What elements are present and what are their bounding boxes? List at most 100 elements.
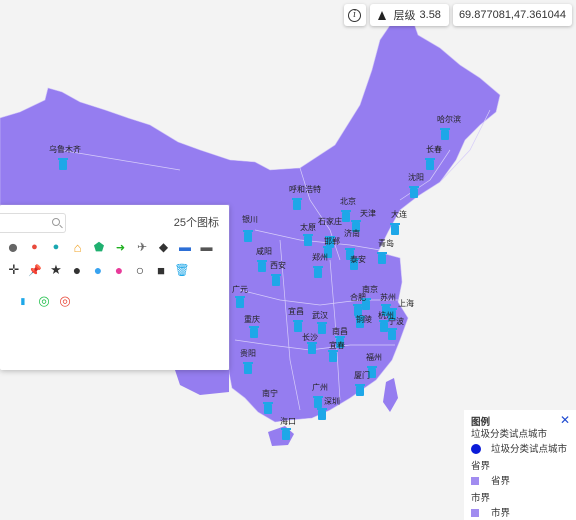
trash-bin-icon	[388, 330, 396, 340]
trash-lid	[313, 266, 323, 268]
ring-icon[interactable]: ○	[133, 262, 147, 278]
legend-panel: 图例 ✕ 垃圾分类试点城市 垃圾分类试点城市 省界 省界 市界 市界	[464, 410, 576, 520]
info-button[interactable]: i	[343, 4, 366, 26]
search-icon[interactable]	[52, 218, 60, 226]
trash-lid	[355, 384, 365, 386]
trash-bin-icon	[59, 160, 67, 170]
trash-bin-icon	[258, 262, 266, 272]
close-icon[interactable]: ✕	[560, 413, 570, 427]
target-green-icon[interactable]: ◎	[37, 293, 51, 308]
plane-icon[interactable]: ✈	[135, 240, 149, 254]
trash-lid	[353, 304, 363, 306]
legend-layer-label: 垃圾分类试点城市	[471, 429, 548, 440]
city-label: 郑州	[312, 252, 328, 262]
trash-lid	[317, 408, 327, 410]
north-arrow-icon[interactable]	[377, 10, 386, 20]
trash-bin-icon	[282, 430, 290, 440]
trash-lid	[292, 198, 302, 200]
trash-lid	[341, 210, 351, 212]
city-label: 太原	[300, 222, 316, 232]
target-red-icon[interactable]: ◎	[58, 293, 72, 308]
trash-lid	[387, 308, 397, 310]
trash-lid	[335, 336, 345, 338]
trash-lid	[409, 186, 419, 188]
trash-bin-icon	[342, 212, 350, 222]
trash-bin-icon	[426, 160, 434, 170]
city-label: 咸阳	[256, 246, 272, 256]
trash-lid	[377, 252, 387, 254]
trash-bin-icon	[329, 352, 337, 362]
city-label: 厦门	[354, 370, 370, 380]
city-label: 西安	[270, 260, 286, 270]
city-label: 南宁	[262, 388, 278, 398]
crosshair-icon[interactable]: ✛	[7, 262, 21, 277]
car-icon[interactable]: ▬	[178, 240, 192, 254]
trash-lid	[58, 158, 68, 160]
city-label: 天津	[360, 208, 376, 218]
trash-bin-icon	[318, 410, 326, 420]
home-icon[interactable]: ⬟	[92, 240, 106, 254]
trash-lid	[249, 326, 259, 328]
city-label: 银川	[242, 214, 258, 224]
house-icon[interactable]: ⌂	[71, 240, 85, 255]
info-icon: i	[348, 8, 362, 22]
city-label: 宜春	[329, 340, 345, 350]
trash-lid	[303, 234, 313, 236]
circle-icon[interactable]: ●	[70, 262, 84, 278]
arrow-circle-icon[interactable]: ➜	[114, 240, 128, 254]
teal-pin-icon[interactable]: ●	[49, 240, 63, 254]
star-icon[interactable]: ★	[49, 262, 63, 277]
trash-lid	[235, 296, 245, 298]
trash-bin-icon	[391, 225, 399, 235]
red-pin-icon[interactable]: ●	[28, 240, 42, 254]
pink-dot-icon[interactable]: ●	[112, 262, 126, 278]
trash-bin-icon	[380, 322, 388, 332]
zoom-level-indicator[interactable]: 层级 3.58	[369, 4, 449, 26]
icon-search-input[interactable]	[0, 213, 66, 233]
city-label: 深圳	[324, 396, 340, 406]
trash-lid	[387, 328, 397, 330]
trash-bin-icon	[304, 236, 312, 246]
trash-lid	[271, 274, 281, 276]
trash-lid	[345, 248, 355, 250]
trash-bin-icon	[244, 364, 252, 374]
icon-picker-panel: 25个图标 ⬤ ● ● ⌂ ⬟ ➜ ✈ ◆ ▬ ▬ ✛ 📌 ★ ● ● ● ○ ■ 🗑 ▮ ◎ ◎	[0, 205, 229, 370]
city-label: 大连	[391, 209, 407, 219]
trash-bin-icon[interactable]: 🗑	[174, 263, 189, 277]
city-label: 上海	[398, 298, 414, 308]
city-label: 铜陵	[356, 314, 372, 324]
trash-bin-icon	[244, 232, 252, 242]
trash-lid	[425, 158, 435, 160]
map-pin-icon[interactable]: ⬤	[6, 240, 20, 254]
legend-item-label: 省界	[491, 476, 511, 487]
trash-lid	[307, 342, 317, 344]
city-label: 广州	[312, 382, 328, 392]
area-swatch-icon	[471, 509, 479, 518]
city-label: 宜昌	[288, 306, 304, 316]
city-label: 长沙	[302, 332, 318, 342]
city-label: 海口	[280, 416, 296, 426]
trash-can-icon[interactable]: ▮	[16, 294, 30, 308]
trash-bin-icon	[294, 322, 302, 332]
city-label: 乌鲁木齐	[49, 144, 81, 154]
zoom-label: 层级	[393, 10, 416, 22]
map-toolbar: i 层级 3.58 69.877081,47.361044	[343, 4, 572, 26]
trash-lid	[381, 304, 391, 306]
legend-item-city: 市界	[471, 505, 510, 519]
trash-lid	[367, 366, 377, 368]
push-pin-icon[interactable]: 📌	[28, 263, 42, 277]
legend-item-label: 市界	[491, 508, 511, 519]
taiwan-island	[383, 378, 398, 412]
square-icon[interactable]: ■	[154, 263, 168, 278]
city-label: 邯郸	[324, 236, 340, 246]
city-marker[interactable]: 海口	[280, 416, 296, 440]
point-symbol-icon	[471, 444, 481, 455]
blue-dot-icon[interactable]: ●	[91, 262, 105, 278]
car-front-icon[interactable]: ▬	[200, 240, 214, 254]
trash-lid	[293, 320, 303, 322]
diamond-icon[interactable]: ◆	[157, 240, 171, 254]
trash-lid	[323, 246, 333, 248]
trash-lid	[243, 230, 253, 232]
trash-lid	[243, 362, 253, 364]
trash-bin-icon	[272, 276, 280, 286]
